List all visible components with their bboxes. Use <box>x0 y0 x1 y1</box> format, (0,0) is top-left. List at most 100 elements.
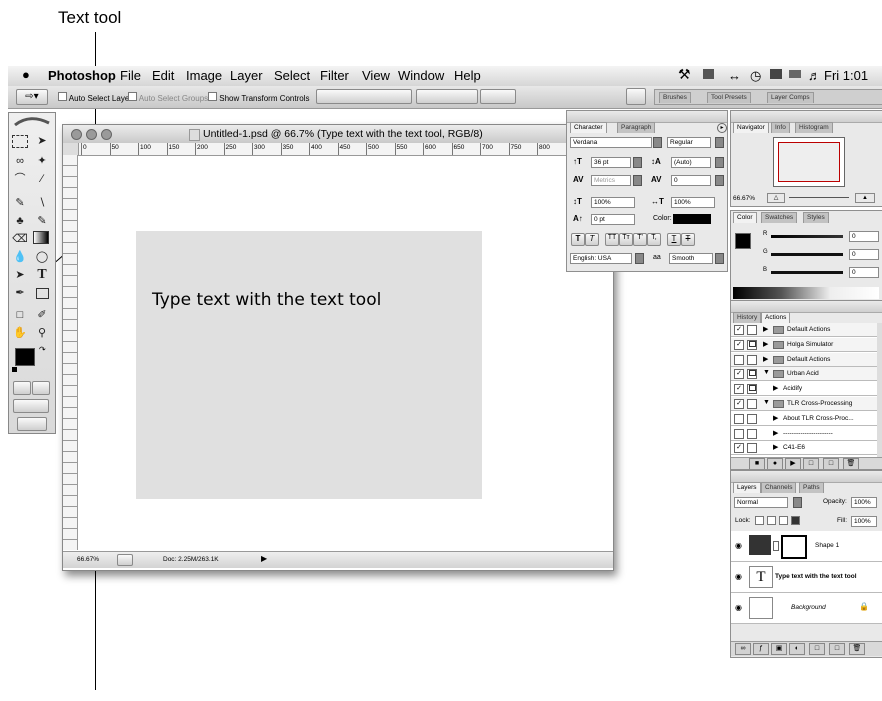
add-mask-icon[interactable]: ▣ <box>771 643 787 655</box>
path-selection-tool-icon[interactable]: ➤ <box>11 267 29 283</box>
action-include-checkbox[interactable]: ✓ <box>734 384 744 395</box>
slice-tool-icon[interactable]: ∕ <box>33 171 51 187</box>
screen-mode-button[interactable] <box>13 399 49 413</box>
action-dialog-toggle[interactable] <box>747 354 757 365</box>
record-icon[interactable]: ● <box>767 458 783 469</box>
apple-menu-icon[interactable]: ● <box>22 67 30 82</box>
tab-paths[interactable]: Paths <box>799 482 824 493</box>
vertical-scale-field[interactable]: 100% <box>591 197 635 208</box>
action-dialog-toggle[interactable] <box>747 428 757 439</box>
volume-icon[interactable]: ♬ <box>808 68 821 83</box>
auto-select-groups-checkbox[interactable] <box>128 92 137 101</box>
zoom-window-icon[interactable] <box>101 129 112 140</box>
language-field[interactable]: English: USA <box>570 253 632 264</box>
action-include-checkbox[interactable]: ✓ <box>734 325 744 335</box>
action-row[interactable]: ✓ ▼ Urban Acid <box>731 367 879 382</box>
action-include-checkbox[interactable] <box>734 428 744 439</box>
gradient-tool-icon[interactable] <box>33 231 49 244</box>
shape-tool-icon[interactable] <box>36 288 49 299</box>
new-action-icon[interactable]: □ <box>823 458 839 469</box>
show-transform-checkbox[interactable] <box>208 92 217 101</box>
action-dialog-toggle[interactable] <box>747 413 757 424</box>
green-channel-slider[interactable] <box>771 253 843 256</box>
action-row[interactable]: ▶ Default Actions <box>731 352 879 367</box>
align-buttons-group[interactable] <box>316 89 412 104</box>
tab-character[interactable]: Character <box>570 122 607 133</box>
navigator-thumbnail[interactable] <box>773 137 845 187</box>
tracking-dropdown[interactable] <box>715 175 724 186</box>
new-group-icon[interactable]: □ <box>809 643 825 655</box>
menu-image[interactable]: Image <box>186 68 222 83</box>
menu-select[interactable]: Select <box>274 68 310 83</box>
leading-dropdown[interactable] <box>715 157 724 168</box>
close-window-icon[interactable] <box>71 129 82 140</box>
action-dialog-toggle[interactable] <box>747 399 757 409</box>
faux-bold-button[interactable]: T <box>571 233 585 246</box>
notes-tool-icon[interactable]: □ <box>11 307 29 323</box>
menu-window[interactable]: Window <box>398 68 444 83</box>
new-layer-icon[interactable]: □ <box>829 643 845 655</box>
action-dialog-toggle[interactable] <box>747 384 757 395</box>
battery-status-icon[interactable] <box>789 70 801 78</box>
layer-visibility-eye-icon[interactable]: ◉ <box>735 603 742 612</box>
action-dialog-toggle[interactable] <box>747 325 757 335</box>
pen-tool-icon[interactable]: ✒ <box>11 285 29 301</box>
layer-row-background[interactable]: ◉ Background 🔒 <box>731 593 882 624</box>
background-layer-thumbnail[interactable] <box>749 597 773 619</box>
status-arrow-icon[interactable]: ▶ <box>261 554 267 563</box>
tab-histogram[interactable]: Histogram <box>795 122 833 133</box>
blue-channel-slider[interactable] <box>771 271 843 274</box>
subscript-button[interactable]: T, <box>647 233 661 246</box>
delete-layer-icon[interactable]: 🗑 <box>849 643 865 655</box>
menu-file[interactable]: File <box>120 68 141 83</box>
blend-mode-dropdown[interactable] <box>793 497 802 508</box>
action-dialog-toggle[interactable] <box>747 443 757 454</box>
disclosure-closed-icon[interactable]: ▶ <box>763 340 768 348</box>
sync-status-icon[interactable]: ↔ <box>728 68 741 83</box>
auto-select-layer-option[interactable]: Auto Select Layer <box>58 92 132 103</box>
distribute-buttons-group-2[interactable] <box>480 89 516 104</box>
tab-history[interactable]: History <box>733 312 762 323</box>
disclosure-open-icon[interactable]: ▼ <box>763 369 770 376</box>
menu-filter[interactable]: Filter <box>320 68 349 83</box>
red-channel-slider[interactable] <box>771 235 843 238</box>
show-transform-option[interactable]: Show Transform Controls <box>208 92 310 103</box>
disclosure-closed-icon[interactable]: ▶ <box>763 355 768 363</box>
blend-mode-field[interactable]: Normal <box>734 497 788 508</box>
horizontal-scale-field[interactable]: 100% <box>671 197 715 208</box>
layer-row-type[interactable]: ◉ T Type text with the text tool <box>731 562 882 593</box>
action-row[interactable]: ▶ About TLR Cross-Proc... <box>731 411 879 426</box>
stop-recording-icon[interactable]: ■ <box>749 458 765 469</box>
tool-preset-picker[interactable]: ⇨▾ <box>16 89 48 105</box>
palette-well-button[interactable] <box>626 88 646 105</box>
disclosure-open-icon[interactable]: ▼ <box>763 399 770 406</box>
tab-layers[interactable]: Layers <box>733 482 761 493</box>
status-info-menu-button[interactable] <box>117 554 133 566</box>
menu-view[interactable]: View <box>362 68 390 83</box>
auto-select-groups-option[interactable]: Auto Select Groups <box>128 92 208 103</box>
clone-stamp-tool-icon[interactable]: ♣ <box>11 213 29 229</box>
action-include-checkbox[interactable]: ✓ <box>734 369 744 380</box>
antialias-dropdown[interactable] <box>715 253 724 264</box>
shape-layer-color-thumbnail[interactable] <box>749 535 771 555</box>
swap-colors-icon[interactable]: ↷ <box>39 345 46 354</box>
shape-vector-mask-thumbnail[interactable] <box>781 535 807 559</box>
kerning-dropdown[interactable] <box>633 175 642 186</box>
character-panel-menu-icon[interactable]: ▸ <box>717 123 727 133</box>
lock-all-checkbox[interactable] <box>791 516 800 525</box>
faux-italic-button[interactable]: T <box>585 233 599 246</box>
actions-scrollbar[interactable] <box>877 323 882 457</box>
action-row[interactable]: ✓ ▶ Acidify <box>731 382 879 397</box>
action-include-checkbox[interactable]: ✓ <box>734 399 744 409</box>
action-row[interactable]: ▶ ----------------------- <box>731 426 879 441</box>
action-row[interactable]: ✓ ▶ Holga Simulator <box>731 337 879 352</box>
quick-mask-button[interactable] <box>32 381 50 395</box>
lock-transparency-checkbox[interactable] <box>755 516 764 525</box>
standard-mode-button[interactable] <box>13 381 31 395</box>
minimize-window-icon[interactable] <box>86 129 97 140</box>
magic-wand-tool-icon[interactable]: ✦ <box>33 153 51 169</box>
canvas-text-layer[interactable]: Type text with the text tool <box>152 290 381 310</box>
auto-select-layer-checkbox[interactable] <box>58 92 67 101</box>
baseline-shift-field[interactable]: 0 pt <box>591 214 635 225</box>
font-style-field[interactable]: Regular <box>667 137 711 148</box>
